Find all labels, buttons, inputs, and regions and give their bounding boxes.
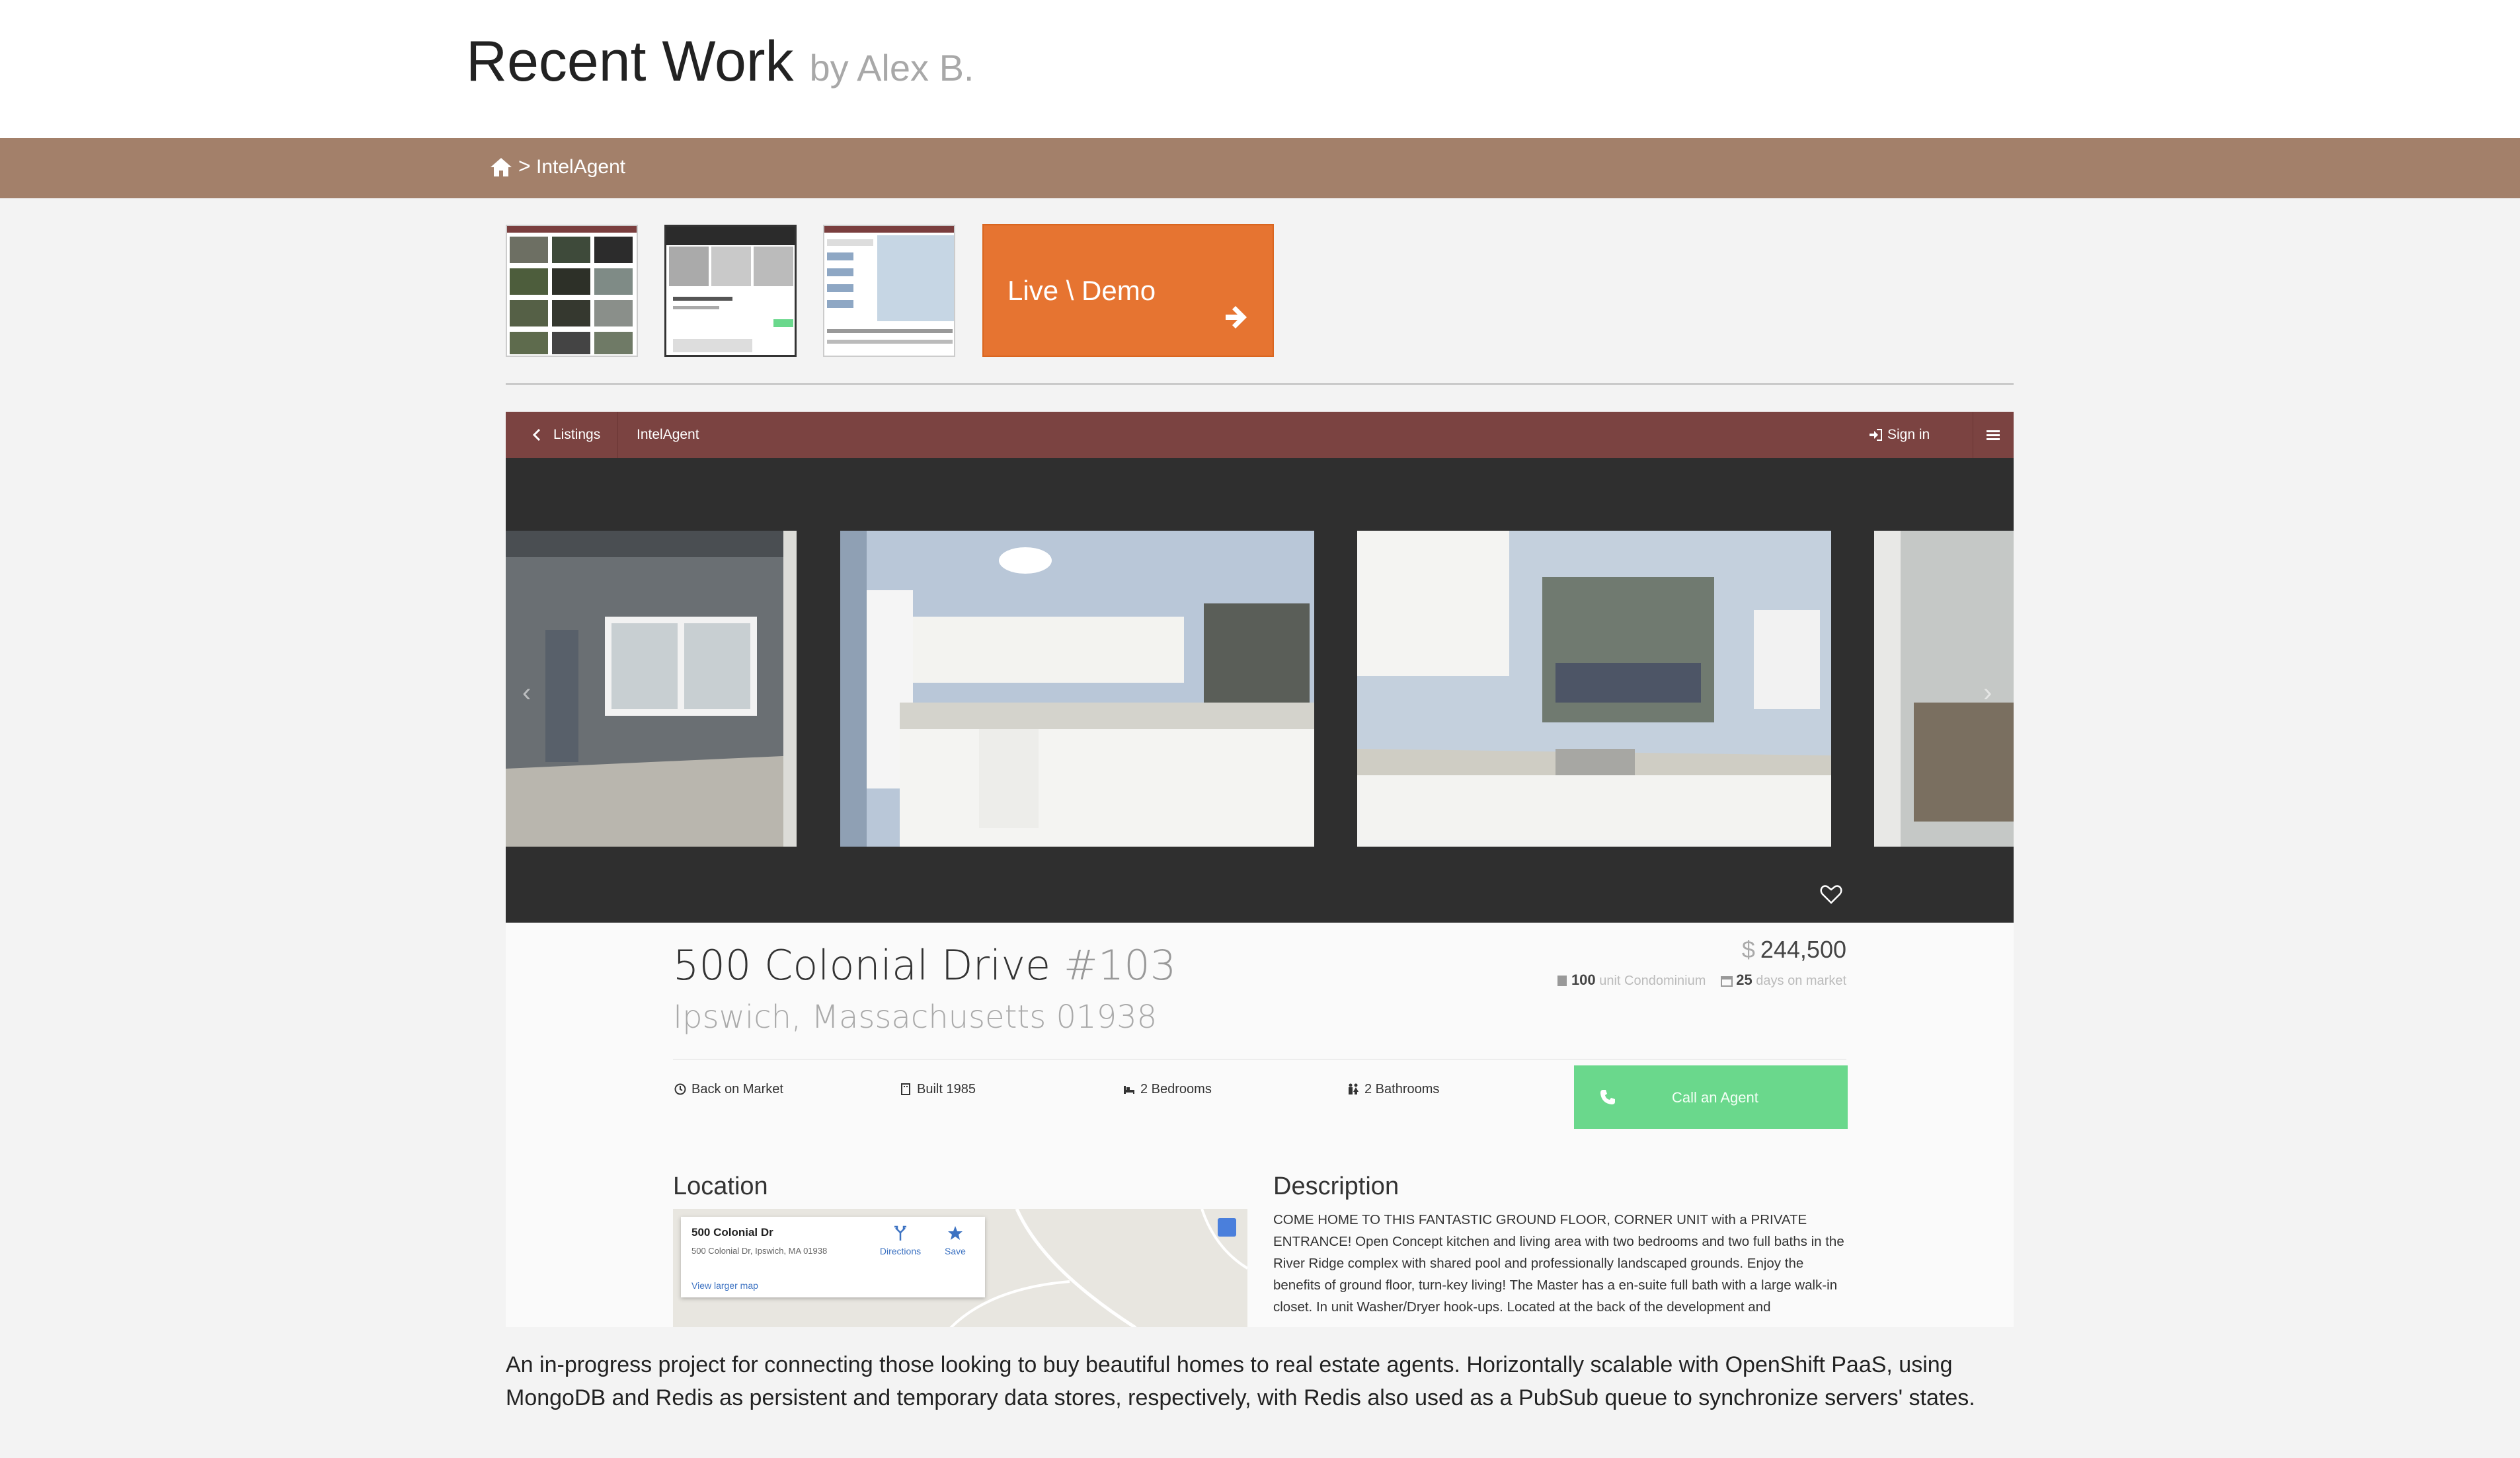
page-subtitle: by Alex B. — [809, 47, 974, 89]
listing-price: $244,500 — [1741, 936, 1846, 963]
building-icon — [1557, 976, 1567, 986]
section-divider — [506, 383, 2014, 385]
bathrooms-fact: 2 Bathrooms — [1347, 1082, 1439, 1097]
clock-icon — [674, 1083, 686, 1095]
screenshot-thumbnail-1[interactable] — [506, 225, 638, 357]
carousel-next-button[interactable]: › — [1983, 678, 1992, 708]
preview-navbar: Listings IntelAgent Sign in — [506, 412, 2014, 458]
kitchen-sink-photo-image — [1357, 531, 1831, 847]
save-place-button[interactable]: Save — [935, 1225, 975, 1256]
listing-photo-kitchen-1[interactable] — [840, 531, 1314, 847]
live-demo-label: Live \ Demo — [1007, 275, 1156, 306]
description-heading: Description — [1273, 1172, 1399, 1200]
view-larger-map-link[interactable]: View larger map — [691, 1280, 758, 1291]
hamburger-icon — [1987, 430, 2000, 440]
heart-icon[interactable] — [1820, 884, 1842, 904]
screenshot-thumbnail-2[interactable] — [664, 225, 797, 357]
breadcrumb: > IntelAgent — [0, 138, 2520, 198]
photo-carousel[interactable]: ‹ › — [506, 458, 2014, 923]
arrow-right-icon — [1226, 306, 1247, 328]
carousel-prev-button[interactable]: ‹ — [522, 678, 531, 708]
phone-icon — [1600, 1090, 1615, 1104]
preview-app-name: IntelAgent — [637, 427, 699, 442]
page-title: Recent Work by Alex B. — [466, 30, 974, 93]
living-room-photo-image — [1874, 531, 2014, 847]
listing-unit: #103 — [1063, 941, 1177, 989]
directions-button[interactable]: Directions — [874, 1225, 927, 1256]
built-fact: Built 1985 — [900, 1082, 976, 1097]
listing-address: 500 Colonial Drive #103 — [673, 941, 1177, 989]
sign-in-label: Sign in — [1887, 427, 1930, 442]
menu-button[interactable] — [1973, 412, 2014, 458]
call-agent-label: Call an Agent — [1672, 1089, 1758, 1106]
sign-in-icon — [1870, 429, 1882, 441]
listing-photo-living-room[interactable] — [1874, 531, 2014, 847]
listings-label: Listings — [553, 427, 601, 442]
project-description: An in-progress project for connecting th… — [506, 1352, 1975, 1410]
breadcrumb-current: IntelAgent — [536, 156, 626, 178]
map-info-card: 500 Colonial Dr 500 Colonial Dr, Ipswich… — [681, 1217, 985, 1297]
patio-photo-image — [506, 531, 797, 847]
app-preview-screenshot: Listings IntelAgent Sign in ‹ › 500 Colo… — [506, 412, 2014, 1327]
call-agent-button[interactable]: Call an Agent — [1574, 1065, 1848, 1129]
description-text: COME HOME TO THIS FANTASTIC GROUND FLOOR… — [1273, 1212, 1844, 1315]
home-icon[interactable] — [489, 157, 513, 178]
map-place-name: 500 Colonial Dr — [691, 1226, 773, 1239]
directions-icon — [894, 1225, 906, 1241]
listing-photo-kitchen-2[interactable] — [1357, 531, 1831, 847]
site-header: Recent Work by Alex B. — [0, 0, 2520, 138]
screenshot-thumbnail-3[interactable] — [823, 225, 955, 357]
listing-city: Ipswich, Massachusetts 01938 — [673, 999, 1158, 1036]
map-place-address: 500 Colonial Dr, Ipswich, MA 01938 — [691, 1246, 828, 1256]
star-icon — [948, 1226, 963, 1240]
listing-meta: 100 unit Condominium 25 days on market — [1557, 972, 1846, 989]
listings-back-button[interactable]: Listings — [506, 412, 618, 458]
bedrooms-fact: 2 Bedrooms — [1123, 1082, 1212, 1097]
live-demo-button[interactable]: Live \ Demo — [982, 224, 1274, 357]
street-view-icon[interactable] — [1218, 1218, 1236, 1237]
listing-photo-patio[interactable] — [506, 531, 797, 847]
sign-in-button[interactable]: Sign in — [1861, 412, 1973, 458]
status-fact: Back on Market — [674, 1082, 783, 1097]
restroom-icon — [1349, 1083, 1358, 1094]
location-heading: Location — [673, 1172, 768, 1200]
calendar-icon — [1720, 976, 1733, 987]
chevron-left-icon — [532, 429, 541, 441]
listing-details: 500 Colonial Drive #103 Ipswich, Massach… — [506, 923, 2014, 1327]
building-icon — [901, 1083, 910, 1095]
kitchen-photo-image — [840, 531, 1314, 847]
bed-icon — [1124, 1086, 1134, 1094]
location-map[interactable]: 500 Colonial Dr 500 Colonial Dr, Ipswich… — [673, 1209, 1247, 1327]
breadcrumb-separator: > — [518, 154, 531, 178]
